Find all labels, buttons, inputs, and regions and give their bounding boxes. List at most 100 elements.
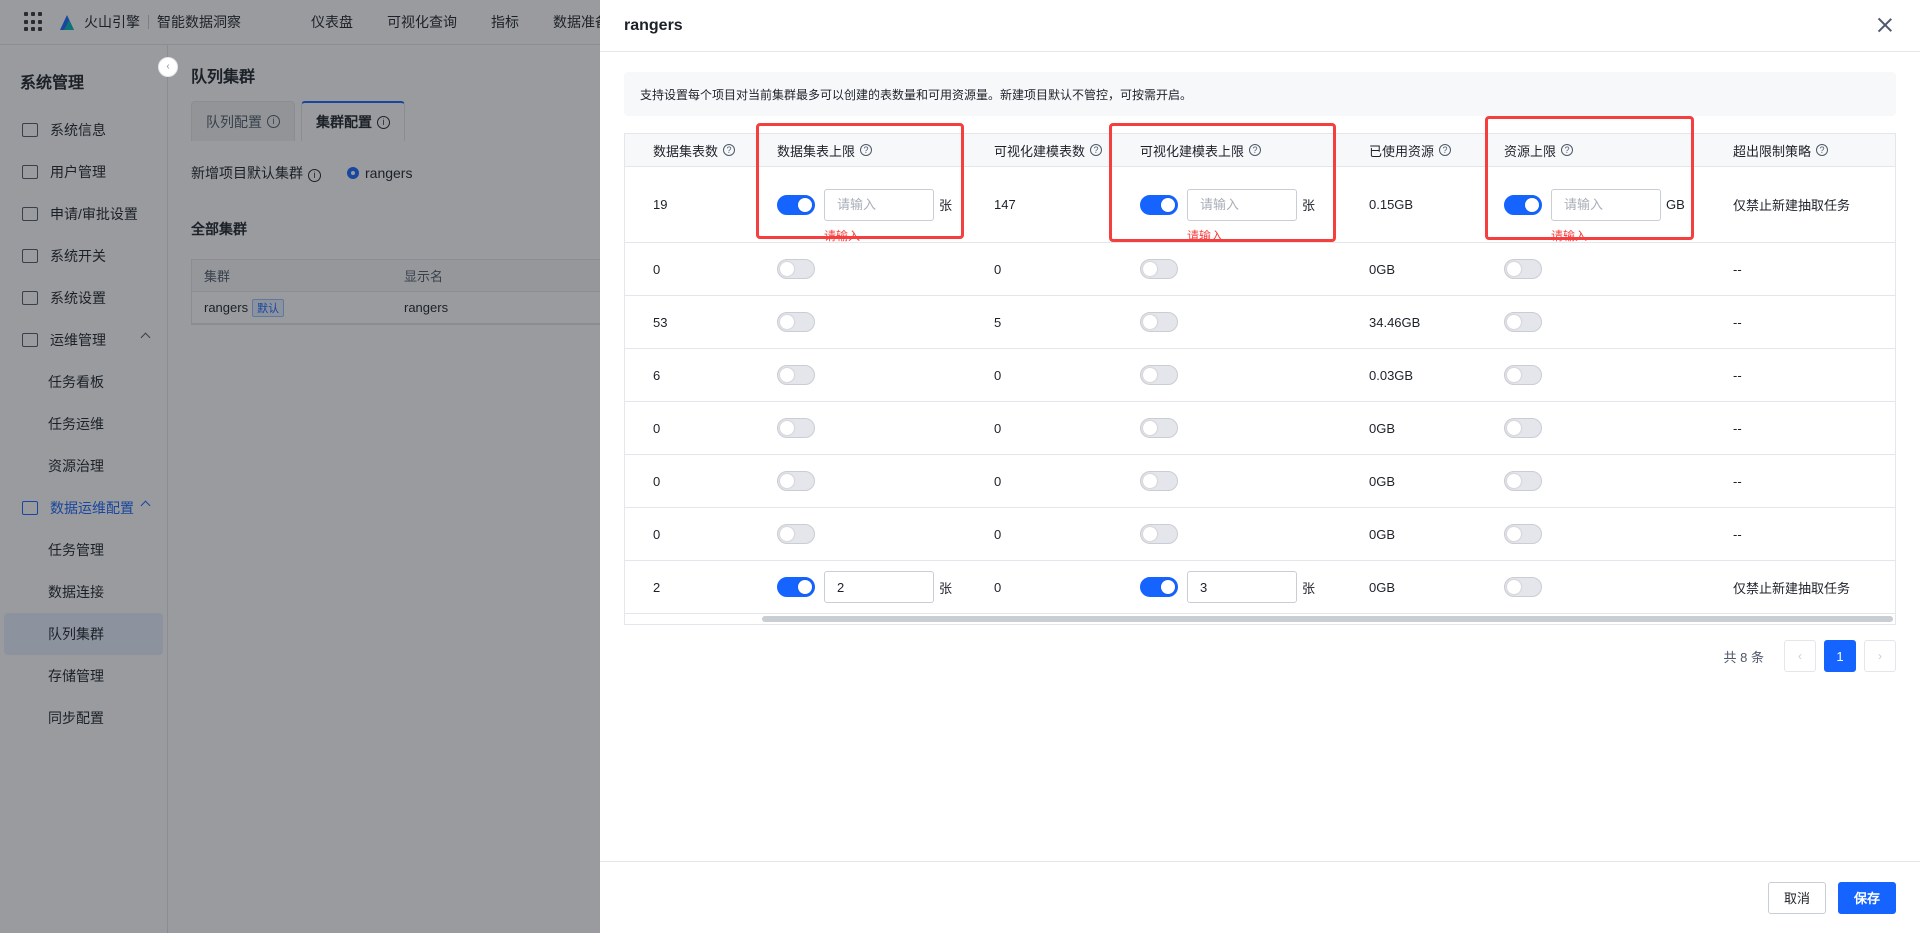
cluster-limit-drawer: rangers 支持设置每个项目对当前集群最多可以创建的表数量和可用资源量。新建… xyxy=(600,0,1920,933)
unit-label: 张 xyxy=(1302,198,1316,213)
help-icon[interactable]: ? xyxy=(860,144,873,156)
model-count-cell: 0 xyxy=(994,261,1002,277)
help-icon[interactable]: ? xyxy=(1090,144,1103,156)
resource-limit-toggle[interactable] xyxy=(1504,524,1542,544)
next-page-button[interactable]: › xyxy=(1864,640,1896,672)
dataset-limit-toggle[interactable] xyxy=(777,259,815,279)
policy-cell: -- xyxy=(1733,367,1742,383)
table-row: 6 0 0.03GB -- xyxy=(625,349,1895,402)
model-limit-toggle[interactable] xyxy=(1140,194,1178,215)
column-header-model-limit: 可视化建模表上限? xyxy=(1112,141,1341,160)
dataset-limit-toggle[interactable] xyxy=(777,365,815,385)
cancel-button[interactable]: 取消 xyxy=(1767,881,1826,914)
resource-limit-cell xyxy=(1476,312,1705,332)
table-row: 19 张 请输入 147 张 请输入 0.15GB xyxy=(625,167,1895,243)
table-row: 2 张 0 张 0GB 仅禁止新建抽取任务 xyxy=(625,561,1895,614)
unit-label: 张 xyxy=(1302,580,1316,596)
help-icon[interactable]: ? xyxy=(723,144,736,156)
model-count-cell: 0 xyxy=(994,526,1002,542)
column-header-dataset-count: 数据集表数? xyxy=(625,141,749,160)
help-icon[interactable]: ? xyxy=(1816,144,1829,156)
model-limit-cell xyxy=(1112,365,1341,385)
model-limit-toggle[interactable] xyxy=(1140,471,1178,491)
model-limit-toggle[interactable] xyxy=(1140,312,1178,332)
used-resource-cell: 0GB xyxy=(1369,579,1396,595)
resource-limit-toggle[interactable] xyxy=(1504,577,1542,597)
dataset-limit-toggle[interactable] xyxy=(777,471,815,491)
dataset-limit-toggle[interactable] xyxy=(777,418,815,438)
model-limit-input[interactable] xyxy=(1187,188,1297,221)
model-count-cell: 0 xyxy=(994,367,1002,383)
dataset-limit-input[interactable] xyxy=(824,571,934,603)
dataset-count-cell: 0 xyxy=(653,261,661,277)
policy-cell: 仅禁止新建抽取任务 xyxy=(1733,580,1851,596)
resource-limit-cell xyxy=(1476,418,1705,438)
resource-limit-cell xyxy=(1476,259,1705,279)
table-header-row: 数据集表数? 数据集表上限? 可视化建模表数? 可视化建模表上限? 已使用资源?… xyxy=(625,134,1895,167)
resource-limit-toggle[interactable] xyxy=(1504,259,1542,279)
resource-limit-input[interactable] xyxy=(1551,188,1661,221)
page-button-current[interactable]: 1 xyxy=(1824,640,1856,672)
model-limit-toggle[interactable] xyxy=(1140,524,1178,544)
drawer-footer: 取消 保存 xyxy=(600,861,1920,933)
column-header-resource-limit: 资源上限? xyxy=(1476,141,1705,160)
policy-cell: 仅禁止新建抽取任务 xyxy=(1733,198,1851,213)
prev-page-button[interactable]: ‹ xyxy=(1784,640,1816,672)
resource-limit-toggle[interactable] xyxy=(1504,365,1542,385)
resource-limit-field: GB 请输入 xyxy=(1504,188,1685,243)
model-count-cell: 0 xyxy=(994,473,1002,489)
unit-label: 张 xyxy=(939,580,953,596)
model-count-cell: 0 xyxy=(994,420,1002,436)
table-row: 0 0 0GB -- xyxy=(625,243,1895,296)
help-icon[interactable]: ? xyxy=(1439,144,1452,156)
horizontal-scrollbar[interactable] xyxy=(624,613,1896,625)
resource-limit-toggle[interactable] xyxy=(1504,194,1542,215)
model-limit-toggle[interactable] xyxy=(1140,365,1178,385)
dataset-limit-toggle[interactable] xyxy=(777,524,815,544)
table-row: 0 0 0GB -- xyxy=(625,508,1895,561)
sidebar-collapse-button[interactable]: ‹ xyxy=(158,57,178,77)
used-resource-cell: 0GB xyxy=(1369,261,1396,277)
model-limit-input[interactable] xyxy=(1187,571,1297,603)
error-message: 请输入 xyxy=(1187,228,1224,243)
scrollbar-thumb[interactable] xyxy=(762,616,1893,622)
save-button[interactable]: 保存 xyxy=(1837,881,1896,914)
notice-banner: 支持设置每个项目对当前集群最多可以创建的表数量和可用资源量。新建项目默认不管控，… xyxy=(624,72,1896,116)
resource-limit-toggle[interactable] xyxy=(1504,471,1542,491)
dataset-count-cell: 6 xyxy=(653,367,661,383)
dataset-limit-cell: 张 请输入 xyxy=(749,188,966,243)
resource-limit-toggle[interactable] xyxy=(1504,418,1542,438)
model-limit-cell xyxy=(1112,312,1341,332)
pagination: 共 8 条 ‹ 1 › xyxy=(1724,640,1896,672)
error-message: 请输入 xyxy=(824,228,861,243)
table-row: 0 0 0GB -- xyxy=(625,402,1895,455)
dataset-limit-toggle[interactable] xyxy=(777,577,815,597)
resource-limit-cell xyxy=(1476,524,1705,544)
used-resource-cell: 0.15GB xyxy=(1369,197,1414,212)
policy-cell: -- xyxy=(1733,261,1742,277)
dataset-count-cell: 0 xyxy=(653,420,661,436)
help-icon[interactable]: ? xyxy=(1561,144,1574,156)
policy-cell: -- xyxy=(1733,526,1742,542)
dataset-limit-cell xyxy=(749,365,966,385)
dataset-count-cell: 53 xyxy=(653,314,668,330)
column-header-model-count: 可视化建模表数? xyxy=(966,141,1112,160)
dataset-limit-cell xyxy=(749,471,966,491)
dataset-count-cell: 0 xyxy=(653,526,661,542)
column-header-used-resource: 已使用资源? xyxy=(1341,141,1476,160)
model-limit-toggle[interactable] xyxy=(1140,577,1178,597)
resource-limit-cell xyxy=(1476,471,1705,491)
dataset-count-cell: 0 xyxy=(653,473,661,489)
dataset-limit-field: 张 请输入 xyxy=(777,188,952,243)
close-icon[interactable] xyxy=(1876,16,1894,34)
resource-limit-toggle[interactable] xyxy=(1504,312,1542,332)
dataset-limit-toggle[interactable] xyxy=(777,312,815,332)
model-limit-toggle[interactable] xyxy=(1140,418,1178,438)
dataset-limit-toggle[interactable] xyxy=(777,194,815,215)
help-icon[interactable]: ? xyxy=(1249,144,1262,156)
model-limit-toggle[interactable] xyxy=(1140,259,1178,279)
dataset-count-cell: 19 xyxy=(653,197,668,212)
dataset-limit-input[interactable] xyxy=(824,188,934,221)
model-limit-field: 张 请输入 xyxy=(1140,188,1316,243)
used-resource-cell: 34.46GB xyxy=(1369,314,1421,330)
